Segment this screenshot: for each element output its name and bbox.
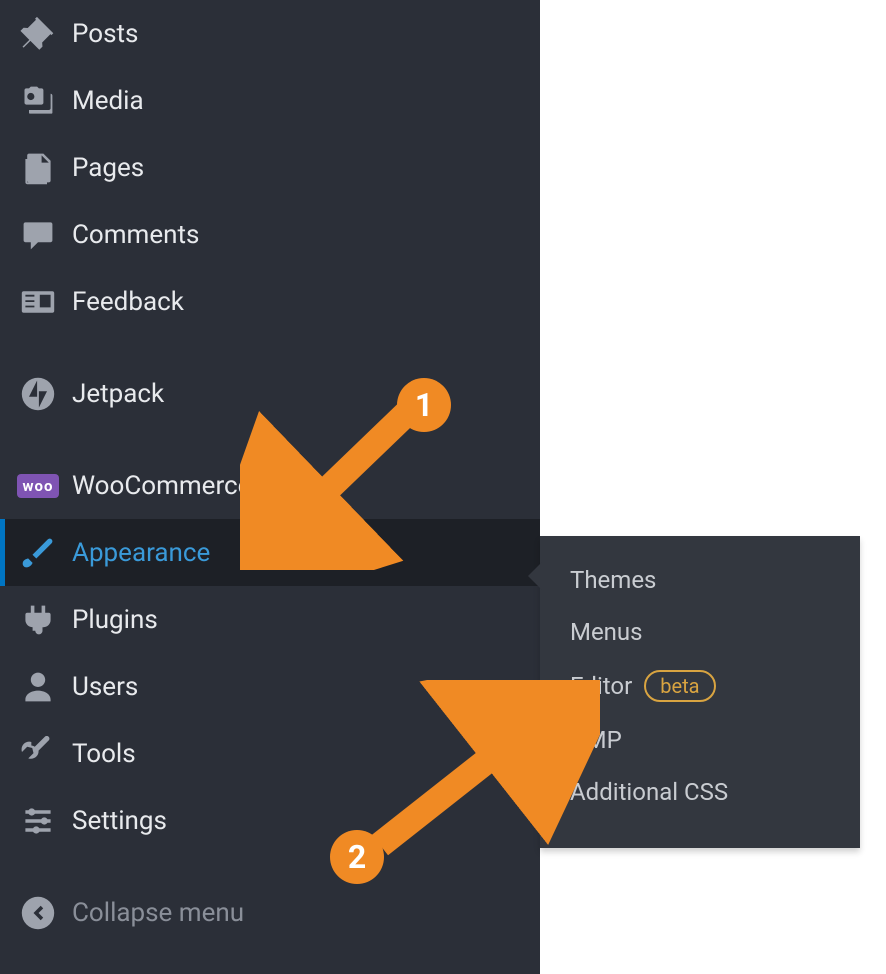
sidebar-item-tools[interactable]: Tools <box>0 720 540 787</box>
sidebar-item-label: Appearance <box>72 538 210 568</box>
flyout-item-amp[interactable]: AMP <box>540 714 860 766</box>
menu-separator <box>0 854 540 879</box>
sidebar-item-feedback[interactable]: Feedback <box>0 268 540 335</box>
sidebar-item-woocommerce[interactable]: woo WooCommerce <box>0 452 540 519</box>
media-icon <box>20 83 56 119</box>
sidebar-item-label: Jetpack <box>72 379 164 409</box>
pin-icon <box>20 16 56 52</box>
wrench-icon <box>20 736 56 772</box>
feedback-icon <box>20 284 56 320</box>
user-icon <box>20 669 56 705</box>
sidebar-item-label: Settings <box>72 806 167 836</box>
flyout-item-label: AMP <box>570 726 622 754</box>
sidebar-item-label: Tools <box>72 739 136 769</box>
sidebar-item-label: WooCommerce <box>72 471 251 501</box>
flyout-pointer <box>528 562 542 590</box>
sidebar-item-jetpack[interactable]: Jetpack <box>0 360 540 427</box>
sidebar-item-label: Media <box>72 86 144 116</box>
sidebar-item-pages[interactable]: Pages <box>0 134 540 201</box>
sidebar-item-users[interactable]: Users <box>0 653 540 720</box>
sidebar-item-label: Comments <box>72 220 199 250</box>
pages-icon <box>20 150 56 186</box>
flyout-item-label: Editor <box>570 672 632 700</box>
admin-sidebar: Posts Media Pages Comments Feedback Jetp… <box>0 0 540 974</box>
sidebar-item-posts[interactable]: Posts <box>0 0 540 67</box>
sidebar-item-appearance[interactable]: Appearance <box>0 519 540 586</box>
flyout-item-label: Menus <box>570 618 643 646</box>
plug-icon <box>20 602 56 638</box>
comment-icon <box>20 217 56 253</box>
sidebar-item-media[interactable]: Media <box>0 67 540 134</box>
jetpack-icon <box>20 376 56 412</box>
sidebar-item-label: Posts <box>72 19 138 49</box>
annotation-step-2: 2 <box>330 830 384 884</box>
collapse-label: Collapse menu <box>72 898 244 928</box>
sidebar-item-label: Users <box>72 672 138 702</box>
woocommerce-icon: woo <box>20 468 56 504</box>
woo-badge: woo <box>17 474 60 498</box>
collapse-menu-button[interactable]: Collapse menu <box>0 879 540 946</box>
sidebar-item-label: Plugins <box>72 605 158 635</box>
sidebar-item-label: Pages <box>72 153 144 183</box>
sidebar-item-label: Feedback <box>72 287 184 317</box>
menu-separator <box>0 335 540 360</box>
annotation-step-1: 1 <box>397 378 451 432</box>
flyout-item-label: Additional CSS <box>570 778 728 806</box>
sidebar-item-settings[interactable]: Settings <box>0 787 540 854</box>
sliders-icon <box>20 803 56 839</box>
appearance-flyout: Themes Menus Editor beta AMP Additional … <box>540 536 860 848</box>
sidebar-item-plugins[interactable]: Plugins <box>0 586 540 653</box>
brush-icon <box>20 535 56 571</box>
flyout-item-themes[interactable]: Themes <box>540 554 860 606</box>
sidebar-item-comments[interactable]: Comments <box>0 201 540 268</box>
flyout-item-editor[interactable]: Editor beta <box>540 658 860 714</box>
flyout-item-label: Themes <box>570 566 656 594</box>
menu-separator <box>0 427 540 452</box>
flyout-item-menus[interactable]: Menus <box>540 606 860 658</box>
flyout-item-additional-css[interactable]: Additional CSS <box>540 766 860 818</box>
collapse-icon <box>20 895 56 931</box>
beta-badge: beta <box>644 670 715 702</box>
